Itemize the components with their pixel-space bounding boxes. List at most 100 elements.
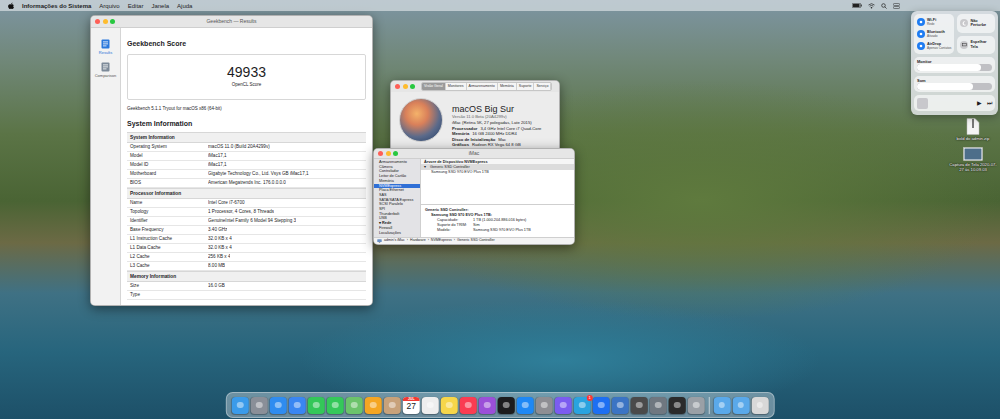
reminders-icon[interactable] <box>422 397 439 414</box>
desktop-file[interactable]: Captura de Tela 2020-07-27 às 10.09.03 <box>948 147 998 172</box>
next-button[interactable]: ⏭ <box>987 99 992 108</box>
tree-row[interactable]: Samsung SSD 970 EVO Plus 1TB <box>421 170 574 175</box>
sidebar-item[interactable]: Câmera <box>374 165 420 170</box>
do-not-disturb-tile[interactable]: Não Perturbe <box>957 14 995 33</box>
path-item[interactable]: Hardware <box>410 238 426 243</box>
sidebar-label: Armazenamento <box>379 160 407 164</box>
tab[interactable]: Memória <box>498 83 517 90</box>
score-box: 49933OpenCL Score <box>127 54 366 100</box>
podcasts-icon[interactable] <box>479 397 496 414</box>
sidebar-item[interactable]: ▾ Rede <box>374 221 420 226</box>
desktop-file[interactable]: bold do admin.zip <box>948 118 998 141</box>
zoom-button[interactable] <box>410 84 415 89</box>
sidebar-item[interactable]: Leitor de Cartão <box>374 174 420 179</box>
tree-row[interactable]: ▾Generic SSD Controller <box>421 165 574 170</box>
geekbench-icon[interactable] <box>612 397 629 414</box>
tab[interactable]: Monitores <box>446 83 467 90</box>
sidebar-item[interactable]: Controlador <box>374 169 420 174</box>
sidebar-item[interactable]: NVMExpress <box>374 184 420 189</box>
xcode-icon[interactable] <box>593 397 610 414</box>
disk-utility-icon[interactable] <box>688 397 705 414</box>
slider-track[interactable] <box>917 64 992 71</box>
system-information-icon[interactable] <box>650 397 667 414</box>
slider-fill[interactable] <box>917 64 981 71</box>
menu-item[interactable]: Janela <box>151 3 169 9</box>
trash-icon[interactable] <box>751 397 768 414</box>
version-text: Geekbench 5.1.1 Tryout for macOS x86 (64… <box>127 106 366 112</box>
terminal-icon[interactable] <box>669 397 686 414</box>
facetime-icon[interactable] <box>308 397 325 414</box>
photos-icon[interactable] <box>365 397 382 414</box>
sidebar-item[interactable]: SPI <box>374 207 420 212</box>
sidebar-item[interactable]: Placa Ethernet <box>374 188 420 193</box>
detail-value: Sim <box>473 223 480 228</box>
sidebar-item[interactable]: SATA/SATA Express <box>374 198 420 203</box>
control-center-icon <box>893 3 900 9</box>
spec-value: Mac <box>498 137 506 142</box>
airdrop-icon[interactable] <box>917 42 925 50</box>
screen-mirroring-tile[interactable]: Espelhar Tela <box>957 36 995 55</box>
menu-item[interactable]: Arquivo <box>99 3 119 9</box>
maps-icon[interactable] <box>346 397 363 414</box>
menu-item[interactable]: Editar <box>128 3 144 9</box>
sidebar-label: Placa Ethernet <box>379 188 404 192</box>
moon-icon[interactable] <box>960 19 968 27</box>
tab[interactable]: Armazenamento <box>467 83 498 90</box>
sidebar-item[interactable]: SCSI Paralelo <box>374 202 420 207</box>
activity-monitor-icon[interactable] <box>631 397 648 414</box>
sidebar-item[interactable]: Armazenamento <box>374 160 420 165</box>
spec-row: Processador3,4 GHz Intel Core i7 Quad-Co… <box>452 126 541 132</box>
control-row: Wi-FiRedeBluetoothAtivadoAirDropApenas C… <box>914 14 995 54</box>
tab[interactable]: Visão Geral <box>422 83 446 90</box>
path-item[interactable]: NVMExpress <box>431 238 452 243</box>
path-item[interactable]: admin's iMac <box>384 238 405 243</box>
music-icon[interactable] <box>460 397 477 414</box>
launchpad-icon[interactable] <box>251 397 268 414</box>
safari-icon[interactable] <box>270 397 287 414</box>
minimize-button[interactable] <box>403 84 408 89</box>
zoom-button[interactable] <box>110 19 115 24</box>
path-item[interactable]: Generic SSD Controller <box>457 238 495 243</box>
wifi-icon[interactable] <box>917 18 925 26</box>
feedback-assistant-icon[interactable] <box>555 397 572 414</box>
system-preferences-icon[interactable] <box>536 397 553 414</box>
connectivity-tile[interactable]: AirDropApenas Contatos <box>917 40 951 52</box>
slider-track[interactable] <box>917 83 992 90</box>
calendar-icon[interactable]: JUL27 <box>403 397 420 414</box>
disclosure-toggle[interactable]: ▾ <box>424 165 426 169</box>
tab[interactable]: Serviço <box>534 83 551 90</box>
telegram-icon[interactable]: 1 <box>574 397 591 414</box>
sidebar-item[interactable]: USB <box>374 216 420 221</box>
sidebar-item[interactable]: Comparison <box>93 61 119 80</box>
finder-icon[interactable] <box>232 397 249 414</box>
row-label: Model ID <box>130 162 208 169</box>
minimize-button[interactable] <box>103 19 108 24</box>
slider-fill[interactable] <box>917 83 973 90</box>
connectivity-tile[interactable]: BluetoothAtivado <box>917 28 951 40</box>
sidebar-item[interactable]: Thunderbolt <box>374 212 420 217</box>
minimize-button[interactable] <box>386 151 391 156</box>
bluetooth-icon[interactable] <box>917 30 925 38</box>
connectivity-tile[interactable]: Wi-FiRede <box>917 16 951 28</box>
app-menu[interactable]: Informações do Sistema <box>22 3 91 9</box>
close-button[interactable] <box>378 151 383 156</box>
contacts-icon[interactable] <box>384 397 401 414</box>
sidebar-item[interactable]: Firewall <box>374 226 420 231</box>
info-section: Processor InformationNameIntel Core i7-6… <box>127 188 366 271</box>
notes-icon[interactable] <box>441 397 458 414</box>
messages-icon[interactable] <box>327 397 344 414</box>
menu-item[interactable]: Ajuda <box>177 3 192 9</box>
sidebar-item[interactable]: Results <box>97 38 114 57</box>
zoom-button[interactable] <box>393 151 398 156</box>
app-store-icon[interactable] <box>517 397 534 414</box>
close-button[interactable] <box>95 19 100 24</box>
tv-icon[interactable] <box>498 397 515 414</box>
sidebar-item[interactable]: SAS <box>374 193 420 198</box>
mail-icon[interactable] <box>289 397 306 414</box>
sidebar-item[interactable]: Localizações <box>374 231 420 236</box>
play-button[interactable]: ▶ <box>977 99 982 108</box>
applications-icon[interactable] <box>732 397 749 414</box>
tab[interactable]: Suporte <box>517 83 535 90</box>
close-button[interactable] <box>395 84 400 89</box>
downloads-icon[interactable] <box>713 397 730 414</box>
